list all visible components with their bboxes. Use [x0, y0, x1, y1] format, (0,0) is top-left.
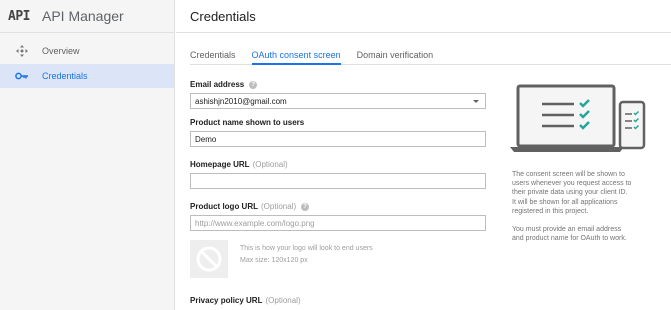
logo-note: This is how your logo will look to end u…: [240, 243, 373, 267]
sidebar-nav: Overview Credentials: [0, 39, 174, 88]
logo-url-input[interactable]: http://www.example.com/logo.png: [190, 215, 486, 231]
no-image-icon: [196, 246, 222, 272]
brand-header: API API Manager: [0, 0, 174, 33]
help-icon[interactable]: ?: [301, 202, 310, 211]
optional-tag: (Optional): [252, 160, 288, 169]
sidebar-item-label: Overview: [42, 46, 80, 56]
email-label: Email address ?: [190, 80, 486, 89]
tab-domain-verification[interactable]: Domain verification: [357, 44, 434, 65]
consent-form: Email address ? ashishjn2010@gmail.com P…: [190, 80, 486, 231]
consent-info: The consent screen will be shown to user…: [512, 170, 632, 252]
logo-url-label: Product logo URL (Optional) ?: [190, 202, 486, 211]
logo-size-note: Max size: 120x120 px: [240, 257, 308, 264]
tab-oauth-consent-screen[interactable]: OAuth consent screen: [251, 44, 341, 65]
help-icon[interactable]: ?: [249, 80, 258, 89]
chevron-down-icon: [473, 100, 479, 103]
homepage-label: Homepage URL (Optional): [190, 160, 486, 169]
app-title: API Manager: [41, 8, 124, 24]
tab-bar: Credentials OAuth consent screen Domain …: [190, 44, 671, 65]
optional-tag: (Optional): [261, 202, 297, 211]
main-content: Credentials Credentials OAuth consent sc…: [176, 0, 671, 310]
privacy-label: Privacy policy URL (Optional): [190, 296, 301, 305]
logo-preview: [190, 240, 228, 278]
info-paragraph: The consent screen will be shown to user…: [512, 171, 632, 215]
product-name-input[interactable]: Demo: [190, 131, 486, 147]
product-name-label-text: Product name shown to users: [190, 118, 305, 127]
product-name-value: Demo: [195, 134, 217, 144]
homepage-label-text: Homepage URL: [190, 160, 250, 169]
email-label-text: Email address: [190, 80, 245, 89]
api-logo: API: [8, 8, 30, 24]
consent-screen-illustration: [510, 84, 646, 152]
sidebar: API API Manager Overview Credentials: [0, 0, 175, 310]
info-paragraph: You must provide an email address and pr…: [512, 226, 627, 243]
sidebar-item-label: Credentials: [42, 71, 88, 81]
sidebar-item-overview[interactable]: Overview: [0, 39, 174, 63]
page-title: Credentials: [176, 0, 671, 33]
tab-credentials[interactable]: Credentials: [190, 44, 236, 65]
sidebar-item-credentials[interactable]: Credentials: [0, 64, 174, 88]
email-select-value: ashishjn2010@gmail.com: [195, 96, 287, 106]
logo-url-label-text: Product logo URL: [190, 202, 258, 211]
homepage-input[interactable]: [190, 173, 486, 189]
logo-url-placeholder: http://www.example.com/logo.png: [195, 218, 315, 228]
logo-note-line: This is how your logo will look to end u…: [240, 245, 373, 252]
key-icon: [15, 72, 29, 80]
overview-icon: [15, 45, 29, 57]
email-select[interactable]: ashishjn2010@gmail.com: [190, 93, 486, 109]
optional-tag: (Optional): [265, 296, 301, 305]
product-name-label: Product name shown to users: [190, 118, 486, 127]
privacy-label-text: Privacy policy URL: [190, 296, 263, 305]
